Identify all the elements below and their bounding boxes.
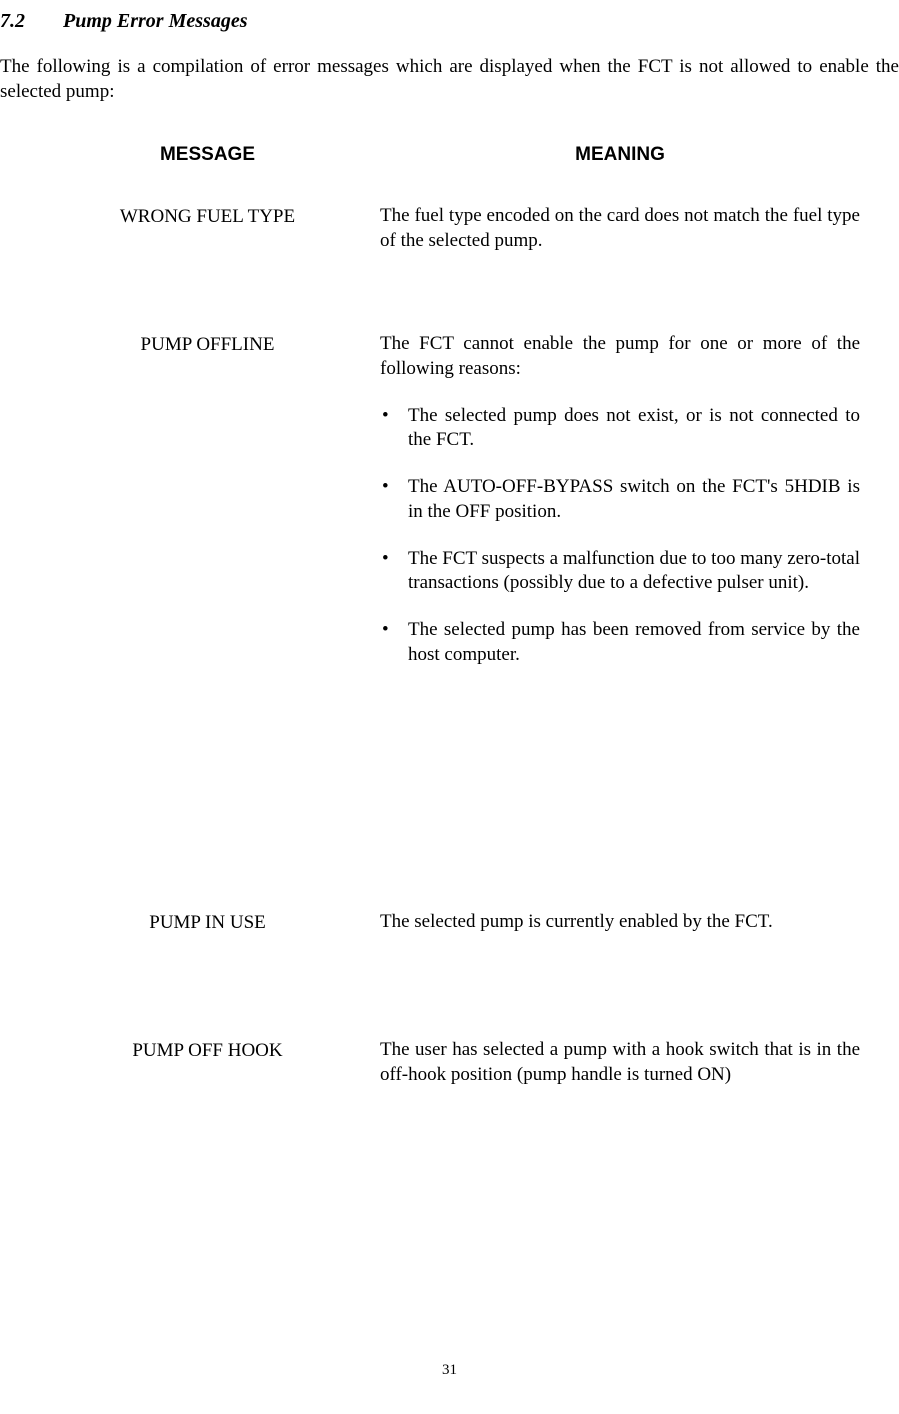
bullet-icon: •: [380, 475, 408, 524]
meaning-pump-in-use: The selected pump is currently enabled b…: [380, 910, 860, 935]
meaning-pump-offline: The FCT cannot enable the pump for one o…: [380, 332, 860, 381]
pump-offline-reasons-list: • The selected pump does not exist, or i…: [380, 404, 860, 668]
list-item: • The selected pump does not exist, or i…: [380, 404, 860, 453]
header-message: MESSAGE: [35, 144, 380, 166]
bullet-text: The FCT suspects a malfunction due to to…: [408, 547, 860, 596]
bullet-icon: •: [380, 547, 408, 596]
bullet-text: The AUTO-OFF-BYPASS switch on the FCT's …: [408, 475, 860, 524]
bullet-icon: •: [380, 404, 408, 453]
section-heading: 7.2 Pump Error Messages: [0, 10, 899, 33]
header-meaning: MEANING: [380, 144, 860, 166]
section-title: Pump Error Messages: [63, 10, 247, 32]
error-messages-table: MESSAGE WRONG FUEL TYPE PUMP OFFLINE PUM…: [0, 144, 899, 1135]
page-number: 31: [0, 1362, 899, 1379]
list-item: • The FCT suspects a malfunction due to …: [380, 547, 860, 596]
meaning-wrong-fuel-type: The fuel type encoded on the card does n…: [380, 204, 860, 253]
message-pump-offline: PUMP OFFLINE: [35, 332, 380, 356]
message-pump-off-hook: PUMP OFF HOOK: [35, 1038, 380, 1062]
bullet-text: The selected pump does not exist, or is …: [408, 404, 860, 453]
message-wrong-fuel-type: WRONG FUEL TYPE: [35, 204, 380, 228]
bullet-icon: •: [380, 618, 408, 667]
intro-paragraph: The following is a compilation of error …: [0, 55, 899, 104]
meaning-pump-off-hook: The user has selected a pump with a hook…: [380, 1038, 860, 1087]
list-item: • The AUTO-OFF-BYPASS switch on the FCT'…: [380, 475, 860, 524]
bullet-text: The selected pump has been removed from …: [408, 618, 860, 667]
message-pump-in-use: PUMP IN USE: [35, 910, 380, 934]
section-number: 7.2: [0, 10, 58, 33]
list-item: • The selected pump has been removed fro…: [380, 618, 860, 667]
